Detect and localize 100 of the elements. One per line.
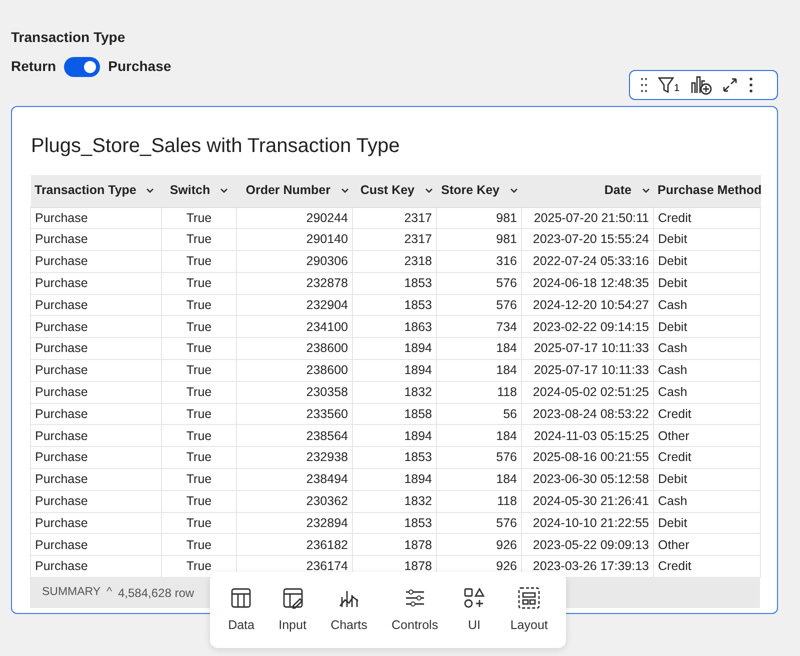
table-cell: Credit: [654, 446, 760, 469]
table-cell: Cash: [654, 490, 760, 512]
column-header[interactable]: Transaction Type: [30, 175, 162, 207]
column-header[interactable]: Cust Key: [352, 175, 436, 207]
data-button[interactable]: Data: [224, 584, 258, 648]
filter-button[interactable]: 1: [658, 76, 680, 94]
drag-handle-icon[interactable]: [640, 77, 648, 93]
table-cell: 233560: [236, 403, 352, 425]
table-cell: 184: [436, 360, 522, 382]
table-cell: 2023-05-22 09:09:13: [522, 534, 654, 556]
table-cell: Debit: [654, 272, 760, 294]
table-cell: 2024-05-02 02:51:25: [522, 381, 654, 404]
column-header[interactable]: Store Key: [436, 175, 522, 207]
table-cell: 2023-02-22 09:14:15: [522, 316, 654, 338]
column-header[interactable]: Switch: [162, 175, 236, 207]
input-icon: [280, 586, 305, 610]
table-cell: 238564: [236, 424, 352, 447]
table-cell: True: [162, 294, 236, 316]
table-cell: 1853: [352, 272, 436, 294]
table-cell: Cash: [654, 338, 760, 360]
column-header[interactable]: Purchase Method: [654, 175, 760, 207]
filter-icon: [658, 76, 674, 94]
filter-count: 1: [674, 84, 680, 94]
table-cell: Credit: [654, 207, 760, 229]
table-cell: Purchase: [30, 512, 162, 534]
table-cell: Debit: [654, 316, 760, 338]
add-chart-icon[interactable]: [690, 75, 712, 95]
table-cell: Purchase: [30, 403, 162, 425]
column-header[interactable]: Order Number: [236, 175, 352, 207]
table-cell: 2024-11-03 05:15:25: [522, 424, 654, 447]
ui-button[interactable]: UI: [458, 584, 490, 648]
table-cell: 2022-07-24 05:33:16: [522, 250, 654, 272]
table-cell: 2025-08-16 00:21:55: [522, 446, 654, 469]
table-cell: True: [162, 490, 236, 512]
toggle-switch[interactable]: [64, 56, 100, 76]
table-cell: 234100: [236, 316, 352, 338]
table-cell: 230358: [236, 381, 352, 404]
table-cell: Cash: [654, 360, 760, 382]
table-cell: Other: [654, 424, 760, 447]
table-cell: True: [162, 512, 236, 534]
table-cell: 232938: [236, 446, 352, 469]
table-cell: 2024-12-20 10:54:27: [522, 294, 654, 316]
table-cell: 2023-08-24 08:53:22: [522, 403, 654, 425]
table-cell: 2024-06-18 12:48:35: [522, 272, 654, 294]
table-cell: Purchase: [30, 490, 162, 512]
table-cell: 2025-07-17 10:11:33: [522, 338, 654, 360]
layout-button[interactable]: Layout: [506, 584, 552, 648]
charts-button[interactable]: Charts: [326, 584, 372, 648]
table-cell: Cash: [654, 294, 760, 316]
table-cell: Purchase: [30, 294, 162, 316]
toggle-on-label: Purchase: [108, 57, 172, 76]
table-cell: Purchase: [30, 360, 162, 382]
table-cell: 230362: [236, 490, 352, 512]
table-cell: Purchase: [30, 424, 162, 447]
controls-button[interactable]: Controls: [388, 584, 442, 648]
table-cell: 1853: [352, 446, 436, 469]
table-cell: Debit: [654, 468, 760, 490]
chevron-down-icon: [340, 188, 348, 194]
table-cell: 1853: [352, 294, 436, 316]
table-cell: 1858: [352, 403, 436, 425]
table-cell: 1894: [352, 424, 436, 447]
table-cell: Purchase: [30, 228, 162, 251]
table-cell: Purchase: [30, 316, 162, 338]
more-icon[interactable]: [748, 77, 754, 93]
chevron-down-icon: [642, 188, 650, 194]
chevron-down-icon: [510, 188, 518, 194]
table-cell: True: [162, 446, 236, 469]
table-cell: 576: [436, 446, 522, 469]
table-cell: Other: [654, 534, 760, 556]
table-cell: 232878: [236, 272, 352, 294]
table-cell: 2025-07-20 21:50:11: [522, 207, 654, 229]
table-cell: 1832: [352, 490, 436, 512]
input-button[interactable]: Input: [274, 584, 310, 648]
column-header-label: Cust Key: [360, 183, 414, 198]
table-cell: 1894: [352, 360, 436, 382]
column-header[interactable]: Date: [522, 175, 654, 207]
expand-icon[interactable]: [722, 77, 738, 93]
table-cell: 236182: [236, 534, 352, 556]
table-cell: 576: [436, 294, 522, 316]
column-header-label: Switch: [170, 183, 210, 198]
table-cell: 238600: [236, 360, 352, 382]
table-cell: Purchase: [30, 381, 162, 404]
table-cell: Cash: [654, 381, 760, 404]
table-cell: True: [162, 250, 236, 272]
ui-icon: [462, 586, 486, 610]
table-cell: 290140: [236, 228, 352, 251]
table-cell: 2317: [352, 207, 436, 229]
table-cell: True: [162, 381, 236, 404]
table-cell: True: [162, 272, 236, 294]
table-cell: 290244: [236, 207, 352, 229]
layout-icon: [517, 586, 542, 610]
table-cell: 2317: [352, 228, 436, 251]
table-cell: Purchase: [30, 207, 162, 229]
table-cell: True: [162, 424, 236, 447]
table-title: Plugs_Store_Sales with Transaction Type: [31, 134, 400, 159]
column-header-label: Order Number: [246, 183, 330, 198]
table-cell: Purchase: [30, 468, 162, 490]
table-cell: True: [162, 316, 236, 338]
summary-caret[interactable]: ^: [106, 584, 112, 602]
row-count: 4,584,628 row: [118, 585, 194, 602]
